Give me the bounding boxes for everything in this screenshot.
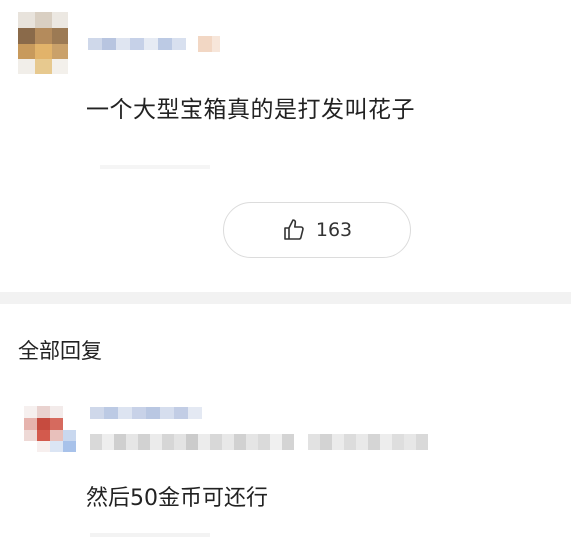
reply-item: 然后50金币可还行 bbox=[0, 392, 571, 537]
like-button[interactable]: 163 bbox=[223, 202, 411, 258]
reply-content: 然后50金币可还行 bbox=[86, 486, 268, 511]
replies-section-title: 全部回复 bbox=[18, 339, 102, 363]
section-divider bbox=[0, 292, 571, 304]
post-meta-blurred bbox=[100, 156, 210, 169]
avatar[interactable] bbox=[18, 12, 68, 74]
reply-footer-blurred bbox=[90, 524, 210, 543]
avatar-blurred bbox=[18, 12, 68, 74]
reply-avatar-blurred bbox=[24, 406, 76, 452]
like-count: 163 bbox=[315, 219, 353, 241]
reply-avatar[interactable] bbox=[24, 406, 76, 452]
username-blurred[interactable] bbox=[88, 36, 228, 52]
reply-meta-blurred bbox=[90, 432, 450, 460]
post-card: 一个大型宝箱真的是打发叫花子 163 bbox=[0, 0, 571, 292]
username-blur-blocks bbox=[88, 36, 220, 52]
reply-username-blurred[interactable] bbox=[90, 404, 240, 426]
post-content: 一个大型宝箱真的是打发叫花子 bbox=[86, 97, 415, 123]
thumbs-up-icon bbox=[284, 219, 304, 240]
